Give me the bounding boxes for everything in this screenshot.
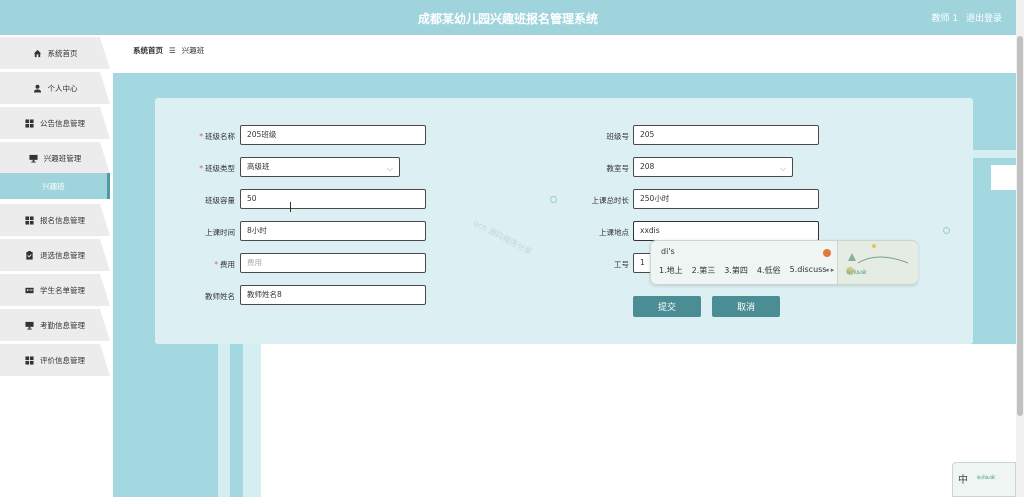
- sidebar-item-profile[interactable]: 个人中心: [0, 72, 110, 104]
- class-type-select[interactable]: 高级班 ⌵: [240, 157, 400, 177]
- app-title: 成都某幼儿园兴趣班报名管理系统: [417, 12, 598, 26]
- sidebar: 系统首页 个人中心 公告信息管理 兴趣班管理 兴趣班 报名信息管理 退选信息管理: [0, 35, 112, 497]
- grid-icon: [25, 215, 34, 225]
- id-card-icon: [25, 286, 34, 295]
- submit-button[interactable]: 提交: [633, 296, 701, 317]
- decor-block: [991, 165, 1016, 190]
- ime-status-bar[interactable]: 中 ꞩ꩸ꦦꦗꦁ: [952, 462, 1016, 497]
- place-label: 上课地点: [599, 228, 629, 237]
- total-hours-label: 上课总时长: [591, 196, 630, 205]
- capacity-label: 班级容量: [205, 196, 235, 205]
- place-input[interactable]: xxdis: [633, 221, 819, 241]
- ime-skin-icon[interactable]: [823, 249, 831, 257]
- ime-candidates: 1.地上 2.第三 3.第四 4.低俗 5.discuss: [659, 265, 826, 276]
- fee-label: * 费用: [214, 260, 235, 269]
- decor-stripe: [113, 65, 1016, 73]
- grid-icon: [25, 118, 34, 128]
- ime-candidate[interactable]: 2.第三: [692, 265, 716, 276]
- sidebar-item-class-mgmt[interactable]: 兴趣班管理: [0, 142, 110, 174]
- class-type-value: 高级班: [247, 162, 270, 171]
- sidebar-item-label: 兴趣班管理: [43, 153, 82, 163]
- sidebar-item-label: 个人中心: [47, 83, 78, 93]
- time-label: 上课时间: [205, 228, 235, 237]
- ime-candidate-window[interactable]: di's 1.地上 2.第三 3.第四 4.低俗 5.discuss ◂ ▸ ꞩ…: [650, 240, 918, 285]
- menu-lines-icon: ☰: [169, 45, 176, 55]
- sidebar-item-label: 报名信息管理: [40, 215, 85, 225]
- chevron-down-icon: ⌵: [386, 164, 393, 173]
- room-value: 208: [640, 162, 655, 171]
- ime-page-arrows[interactable]: ◂ ▸: [825, 266, 834, 274]
- decor-stripe: [218, 344, 230, 497]
- decor-panel: [261, 344, 1016, 497]
- total-hours-input[interactable]: 250小时: [633, 189, 819, 209]
- breadcrumb-current: 兴趣班: [181, 45, 205, 55]
- ime-candidate[interactable]: 1.地上: [659, 265, 683, 276]
- sidebar-item-label: 考勤信息管理: [40, 320, 85, 330]
- room-select[interactable]: 208 ⌵: [633, 157, 793, 177]
- decor-stripe: [973, 150, 1016, 158]
- scrollbar-thumb[interactable]: [1017, 36, 1023, 416]
- ime-candidate[interactable]: 5.discuss: [790, 265, 827, 276]
- text-cursor-icon: [290, 202, 296, 212]
- class-name-input[interactable]: 205班级: [240, 125, 426, 145]
- ime-mode-indicator[interactable]: 中: [958, 471, 968, 486]
- class-name-label: * 班级名称: [199, 132, 235, 141]
- breadcrumb-home[interactable]: 系统首页: [133, 45, 163, 56]
- user-icon: [33, 84, 42, 93]
- class-form: * 班级名称 205班级 * 班级类型 高级班 ⌵ 班级容量 50 上课时间 8小时…: [155, 98, 973, 344]
- monitor-icon: [29, 154, 38, 163]
- breadcrumb: 系统首页 ☰ 兴趣班: [113, 35, 1016, 65]
- sidebar-item-attendance[interactable]: 考勤信息管理: [0, 309, 110, 341]
- sidebar-item-students[interactable]: 学生名单管理: [0, 274, 110, 306]
- time-input[interactable]: 8小时: [240, 221, 426, 241]
- circle-icon: [943, 227, 950, 234]
- user-area: 教师 1 退出登录: [927, 11, 1002, 24]
- current-user: 教师 1: [931, 14, 959, 24]
- sidebar-item-label: 评价信息管理: [40, 355, 85, 365]
- monitor-icon: [25, 321, 34, 330]
- class-type-label: * 班级类型: [199, 164, 235, 173]
- class-no-input[interactable]: 205: [633, 125, 819, 145]
- chevron-down-icon: ⌵: [779, 164, 786, 173]
- fee-input[interactable]: 费用: [240, 253, 426, 273]
- staff-no-label: 工号: [614, 260, 629, 269]
- grid-icon: [25, 355, 34, 365]
- sidebar-item-home[interactable]: 系统首页: [0, 37, 110, 69]
- top-header: 成都某幼儿园兴趣班报名管理系统 教师 1 退出登录: [0, 0, 1016, 35]
- sidebar-item-label: 系统首页: [47, 48, 78, 58]
- sidebar-item-label: 学生名单管理: [40, 285, 85, 295]
- ime-art-text: ꞩ꩸ꦦꦗꦁ: [977, 474, 996, 481]
- ime-candidate[interactable]: 3.第四: [724, 265, 748, 276]
- ime-art-text: ꞩ꩸ꦦꦗꦁ: [847, 268, 867, 276]
- sidebar-item-label: 兴趣班: [42, 181, 65, 191]
- clipboard-icon: [25, 250, 34, 260]
- capacity-input[interactable]: 50: [240, 189, 426, 209]
- circle-icon: [550, 196, 557, 203]
- sidebar-item-withdraw[interactable]: 退选信息管理: [0, 239, 110, 271]
- teacher-input[interactable]: 教师姓名8: [240, 285, 426, 305]
- sidebar-item-evaluation[interactable]: 评价信息管理: [0, 344, 110, 376]
- sidebar-item-notice[interactable]: 公告信息管理: [0, 107, 110, 139]
- ime-candidate[interactable]: 4.低俗: [757, 265, 781, 276]
- logout-link[interactable]: 退出登录: [966, 14, 1002, 24]
- ime-composition: di's: [661, 247, 675, 256]
- sidebar-subitem-class[interactable]: 兴趣班: [0, 173, 110, 199]
- decor-stripe: [243, 344, 261, 497]
- page-scrollbar[interactable]: [1016, 0, 1024, 497]
- sidebar-item-signup[interactable]: 报名信息管理: [0, 204, 110, 236]
- class-no-label: 班级号: [606, 132, 630, 141]
- room-label: 教室号: [606, 164, 630, 173]
- sidebar-item-label: 公告信息管理: [40, 118, 85, 128]
- teacher-label: 教师姓名: [205, 292, 235, 301]
- cancel-button[interactable]: 取消: [712, 296, 780, 317]
- home-icon: [33, 49, 42, 58]
- sidebar-item-label: 退选信息管理: [40, 250, 85, 260]
